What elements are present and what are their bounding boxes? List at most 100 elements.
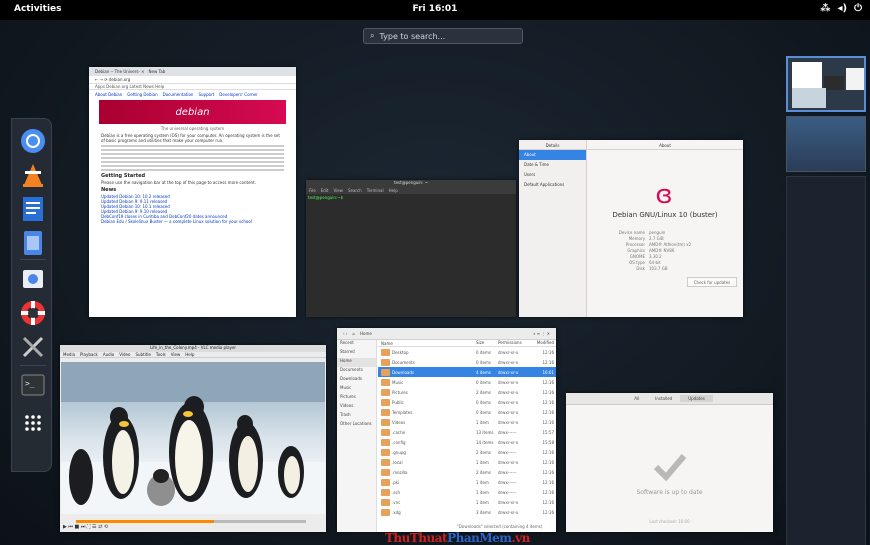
browser-new-tab[interactable]: New Tab: [149, 69, 166, 74]
col-name[interactable]: Name: [378, 340, 476, 346]
nav-link[interactable]: About Debian: [95, 92, 122, 97]
settings-window[interactable]: Details About Date & Time Users Default …: [519, 140, 743, 317]
menu-item[interactable]: Tools: [156, 352, 166, 357]
vlc-icon[interactable]: [19, 161, 47, 189]
nav-link[interactable]: Support: [198, 92, 214, 97]
menu-item[interactable]: Search: [348, 188, 362, 194]
workspace-1-thumbnail[interactable]: [786, 56, 866, 112]
system-tray[interactable]: ⁂ ◂) ⏻: [820, 3, 862, 14]
col-size[interactable]: Size: [476, 340, 498, 346]
menu-item[interactable]: View: [171, 352, 181, 357]
workspace-empty-thumbnail[interactable]: [786, 176, 866, 545]
file-name: Documents: [378, 358, 476, 366]
sidebar-item-users[interactable]: Users: [519, 170, 586, 180]
sidebar-item-music[interactable]: Music: [337, 385, 376, 394]
seek-bar[interactable]: [76, 520, 306, 523]
browser-tab-bar[interactable]: Debian -- The Univers- × New Tab: [89, 67, 296, 76]
terminal-window[interactable]: test@penguin: ~ File Edit View Search Te…: [306, 180, 516, 317]
sidebar-item-videos[interactable]: Videos: [337, 403, 376, 412]
sidebar-item-starred[interactable]: Starred: [337, 349, 376, 358]
menu-item[interactable]: Subtitle: [135, 352, 150, 357]
play-icon[interactable]: ▶ ⏮ ■ ⏭ ⛶ ☰ ⇄ ⟲: [63, 525, 108, 530]
clock[interactable]: Fri 16:01: [0, 4, 870, 14]
table-row[interactable]: Videos 1 item drwxr-xr-x 12:16: [378, 417, 556, 427]
browser-tab[interactable]: Debian -- The Univers- ×: [95, 69, 145, 74]
path-bar[interactable]: Home: [360, 331, 372, 336]
back-icon[interactable]: ← → ⟳: [95, 77, 109, 82]
tab-all[interactable]: All: [626, 395, 647, 402]
menu-item[interactable]: Terminal: [367, 188, 384, 194]
writer-icon[interactable]: [19, 195, 47, 223]
nav-link[interactable]: Developers' Corner: [219, 92, 257, 97]
file-name-label: .cache: [392, 429, 406, 435]
tab-installed[interactable]: Installed: [647, 395, 680, 402]
files-window[interactable]: ‹ › ⌂ Home ⌕ ≡ ⋮ ✕ Recent Starred Home D…: [337, 328, 556, 532]
sidebar-item-trash[interactable]: Trash: [337, 412, 376, 421]
table-row[interactable]: .pki 1 item drwx------ 12:16: [378, 477, 556, 487]
sidebar-item-other-locations[interactable]: Other Locations: [337, 421, 376, 430]
video-frame[interactable]: [61, 362, 325, 514]
table-row[interactable]: Desktop 0 items drwxr-xr-x 12:16: [378, 347, 556, 357]
table-row[interactable]: .gnupg 2 items drwx------ 12:16: [378, 447, 556, 457]
col-permissions[interactable]: Permissions: [498, 340, 534, 346]
file-size: 0 items: [476, 399, 491, 405]
app-grid-icon[interactable]: [19, 409, 47, 437]
url-text[interactable]: debian.org: [109, 77, 130, 82]
menu-item[interactable]: File: [309, 188, 316, 194]
col-modified[interactable]: Modified: [534, 340, 556, 346]
table-row[interactable]: Documents 0 items drwxr-xr-x 12:16: [378, 357, 556, 367]
table-row[interactable]: Downloads 4 items drwxr-xr-x 16:01: [378, 367, 556, 377]
menu-item[interactable]: Media: [63, 352, 75, 357]
sidebar-item-documents[interactable]: Documents: [337, 367, 376, 376]
nav-link[interactable]: Getting Debian: [127, 92, 157, 97]
menu-item[interactable]: View: [333, 188, 343, 194]
nav-link[interactable]: Documentation: [163, 92, 194, 97]
vlc-window[interactable]: Life_in_the_Colony.mp4 - VLC media playe…: [60, 345, 326, 532]
table-row[interactable]: Music 0 items drwxr-xr-x 12:16: [378, 377, 556, 387]
settings-tools-icon[interactable]: [19, 333, 47, 361]
sidebar-item-recent[interactable]: Recent: [337, 340, 376, 349]
menu-item[interactable]: Edit: [321, 188, 329, 194]
back-icon[interactable]: ‹ ›: [343, 331, 347, 336]
table-row[interactable]: Pictures 2 items drwxr-xr-x 12:16: [378, 387, 556, 397]
check-updates-button[interactable]: Check for updates: [687, 277, 737, 287]
menu-item[interactable]: Help: [185, 352, 194, 357]
table-row[interactable]: .xdg 3 items drwxr-xr-x 12:16: [378, 507, 556, 517]
file-name-label: .local: [392, 459, 403, 465]
search-input[interactable]: ⌕ Type to search...: [363, 28, 523, 44]
sidebar-item-default-apps[interactable]: Default Applications: [519, 180, 586, 190]
settings-sidebar: Details About Date & Time Users Default …: [519, 140, 587, 317]
menu-item[interactable]: Help: [389, 188, 398, 194]
tab-updates[interactable]: Updates: [680, 395, 713, 402]
text-editor-icon[interactable]: [19, 229, 47, 257]
table-row[interactable]: Templates 0 items drwxr-xr-x 12:16: [378, 407, 556, 417]
address-bar[interactable]: ← → ⟳ debian.org: [89, 76, 296, 84]
table-row[interactable]: .config 14 items drwxr-xr-x 15:58: [378, 437, 556, 447]
chrome-icon[interactable]: [19, 127, 47, 155]
news-link[interactable]: Debian Edu / Skolelinux Buster — a compl…: [101, 219, 284, 224]
workspace-2-thumbnail[interactable]: [786, 116, 866, 172]
sidebar-item-about[interactable]: About: [519, 150, 586, 160]
table-row[interactable]: .cache 13 items drwx------ 15:57: [378, 427, 556, 437]
menu-item[interactable]: Audio: [103, 352, 114, 357]
table-row[interactable]: .ssh 1 item drwx------ 12:16: [378, 487, 556, 497]
screenshot-icon[interactable]: [19, 265, 47, 293]
table-row[interactable]: Public 0 items drwxr-xr-x 12:16: [378, 397, 556, 407]
sidebar-item-home[interactable]: Home: [337, 358, 376, 367]
help-icon[interactable]: [19, 299, 47, 327]
terminal-prompt[interactable]: test@penguin:~$: [306, 195, 516, 200]
sidebar-item-date-time[interactable]: Date & Time: [519, 160, 586, 170]
sidebar-item-pictures[interactable]: Pictures: [337, 394, 376, 403]
file-name-label: Music: [392, 379, 404, 385]
terminal-icon[interactable]: >_: [19, 371, 47, 399]
table-row[interactable]: .local 1 item drwxr-xr-x 12:16: [378, 457, 556, 467]
browser-window[interactable]: Debian -- The Univers- × New Tab ← → ⟳ d…: [89, 67, 296, 317]
menu-item[interactable]: Video: [119, 352, 130, 357]
menu-item[interactable]: Playback: [80, 352, 98, 357]
software-window[interactable]: All Installed Updates Software is up to …: [566, 393, 773, 532]
table-row[interactable]: .vnc 1 item drwxr-xr-x 12:16: [378, 497, 556, 507]
table-row[interactable]: .mozilla 2 items drwx------ 12:16: [378, 467, 556, 477]
search-icon[interactable]: ⌕ ≡ ⋮ ✕: [533, 331, 550, 336]
file-name-label: Documents: [392, 359, 415, 365]
sidebar-item-downloads[interactable]: Downloads: [337, 376, 376, 385]
